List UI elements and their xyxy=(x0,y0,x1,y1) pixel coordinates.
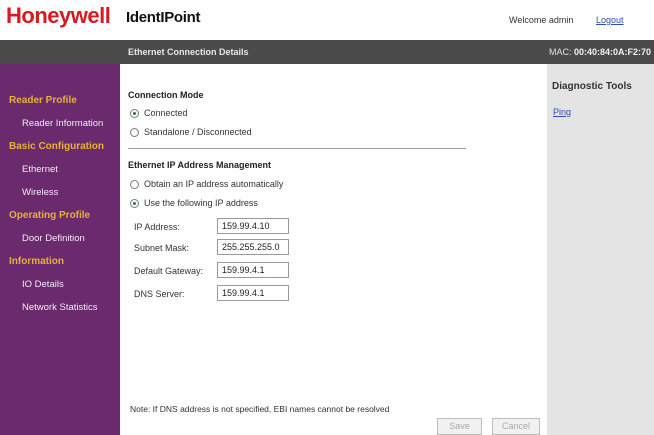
logout-link[interactable]: Logout xyxy=(596,15,624,25)
radio-standalone-indicator[interactable] xyxy=(130,127,139,137)
ip-management-heading: Ethernet IP Address Management xyxy=(128,160,272,170)
radio-auto-label: Obtain an IP address automatically xyxy=(144,179,284,189)
sidebar-item-network-statistics[interactable]: Network Statistics xyxy=(22,302,98,313)
radio-connected-indicator[interactable] xyxy=(130,108,139,118)
radio-connected[interactable]: Connected xyxy=(130,108,188,118)
sidebar-item-io-details[interactable]: IO Details xyxy=(22,279,64,290)
sidebar-category-basic-configuration[interactable]: Basic Configuration xyxy=(9,141,104,152)
app-title: IdentIPoint xyxy=(126,9,201,26)
ip-address-label: IP Address: xyxy=(134,222,180,232)
default-gateway-input[interactable] xyxy=(217,262,289,278)
mac-address: MAC: 00:40:84:0A:F2:70 xyxy=(549,47,651,57)
dns-server-label: DNS Server: xyxy=(134,289,185,299)
default-gateway-label: Default Gateway: xyxy=(134,266,204,276)
subnet-mask-input[interactable] xyxy=(217,239,289,255)
sidebar-category-reader-profile[interactable]: Reader Profile xyxy=(9,95,77,106)
sidebar-category-operating-profile[interactable]: Operating Profile xyxy=(9,210,90,221)
radio-connected-label: Connected xyxy=(144,108,188,118)
radio-use-following[interactable]: Use the following IP address xyxy=(130,198,258,208)
radio-auto-indicator[interactable] xyxy=(130,179,139,189)
save-button[interactable]: Save xyxy=(437,418,482,435)
mac-value: 00:40:84:0A:F2:70 xyxy=(574,47,652,57)
diagnostic-tools-heading: Diagnostic Tools xyxy=(552,81,632,92)
dns-server-input[interactable] xyxy=(217,285,289,301)
ip-address-input[interactable] xyxy=(217,218,289,234)
radio-manual-indicator[interactable] xyxy=(130,198,139,208)
sidebar-item-ethernet[interactable]: Ethernet xyxy=(22,164,58,175)
honeywell-logo: Honeywell xyxy=(6,3,111,28)
subnet-mask-label: Subnet Mask: xyxy=(134,243,190,253)
dns-note: Note: If DNS address is not specified, E… xyxy=(130,404,390,414)
sidebar-category-information[interactable]: Information xyxy=(9,256,64,267)
radio-standalone-label: Standalone / Disconnected xyxy=(144,127,252,137)
radio-obtain-automatically[interactable]: Obtain an IP address automatically xyxy=(130,179,283,189)
diagnostic-panel xyxy=(547,64,654,435)
cancel-button[interactable]: Cancel xyxy=(492,418,540,435)
sidebar-item-door-definition[interactable]: Door Definition xyxy=(22,233,85,244)
ping-link[interactable]: Ping xyxy=(553,107,571,117)
sidebar-item-wireless[interactable]: Wireless xyxy=(22,187,58,198)
mac-label: MAC: xyxy=(549,47,572,57)
page-title: Ethernet Connection Details xyxy=(128,47,249,57)
sidebar-item-reader-information[interactable]: Reader Information xyxy=(22,118,103,129)
welcome-text: Welcome admin xyxy=(509,15,574,25)
radio-standalone[interactable]: Standalone / Disconnected xyxy=(130,127,252,137)
radio-manual-label: Use the following IP address xyxy=(144,198,258,208)
section-divider xyxy=(128,148,466,149)
connection-mode-heading: Connection Mode xyxy=(128,90,204,100)
